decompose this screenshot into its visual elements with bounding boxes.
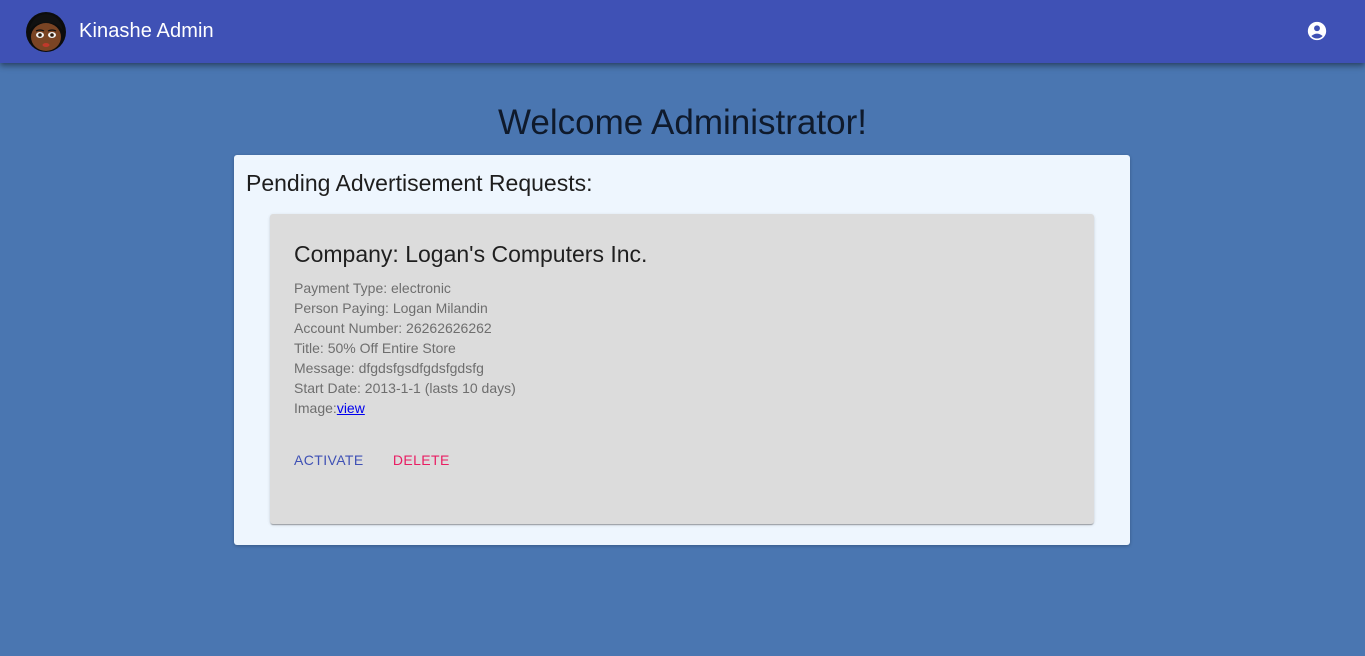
top-app-bar: Kinashe Admin <box>0 0 1365 63</box>
payment-type: Payment Type: electronic <box>294 280 451 296</box>
app-title: Kinashe Admin <box>79 20 214 42</box>
account-button[interactable] <box>1301 15 1333 47</box>
activate-button[interactable]: Activate <box>294 451 364 469</box>
ad-message: Message: dfgdsfgsdfgdsfgdsfg <box>294 360 484 376</box>
ad-title: Title: 50% Off Entire Store <box>294 340 456 356</box>
start-date: Start Date: 2013-1-1 (lasts 10 days) <box>294 380 516 396</box>
delete-button[interactable]: Delete <box>393 451 450 469</box>
pending-requests-panel: Pending Advertisement Requests: Company:… <box>234 155 1130 545</box>
cartoon-face-avatar-icon <box>24 9 68 53</box>
account-circle-icon <box>1307 21 1327 41</box>
image-row: Image:view <box>294 398 516 418</box>
person-paying: Person Paying: Logan Milandin <box>294 300 488 316</box>
panel-title: Pending Advertisement Requests: <box>246 170 593 196</box>
view-image-link[interactable]: view <box>337 400 365 416</box>
card-actions: Activate Delete <box>294 451 450 469</box>
request-details: Payment Type: electronic Person Paying: … <box>294 278 516 418</box>
account-number: Account Number: 26262626262 <box>294 320 492 336</box>
request-card: Company: Logan's Computers Inc. Payment … <box>270 214 1094 524</box>
welcome-heading: Welcome Administrator! <box>498 103 867 142</box>
image-label: Image: <box>294 400 337 416</box>
company-name: Company: Logan's Computers Inc. <box>294 241 648 267</box>
